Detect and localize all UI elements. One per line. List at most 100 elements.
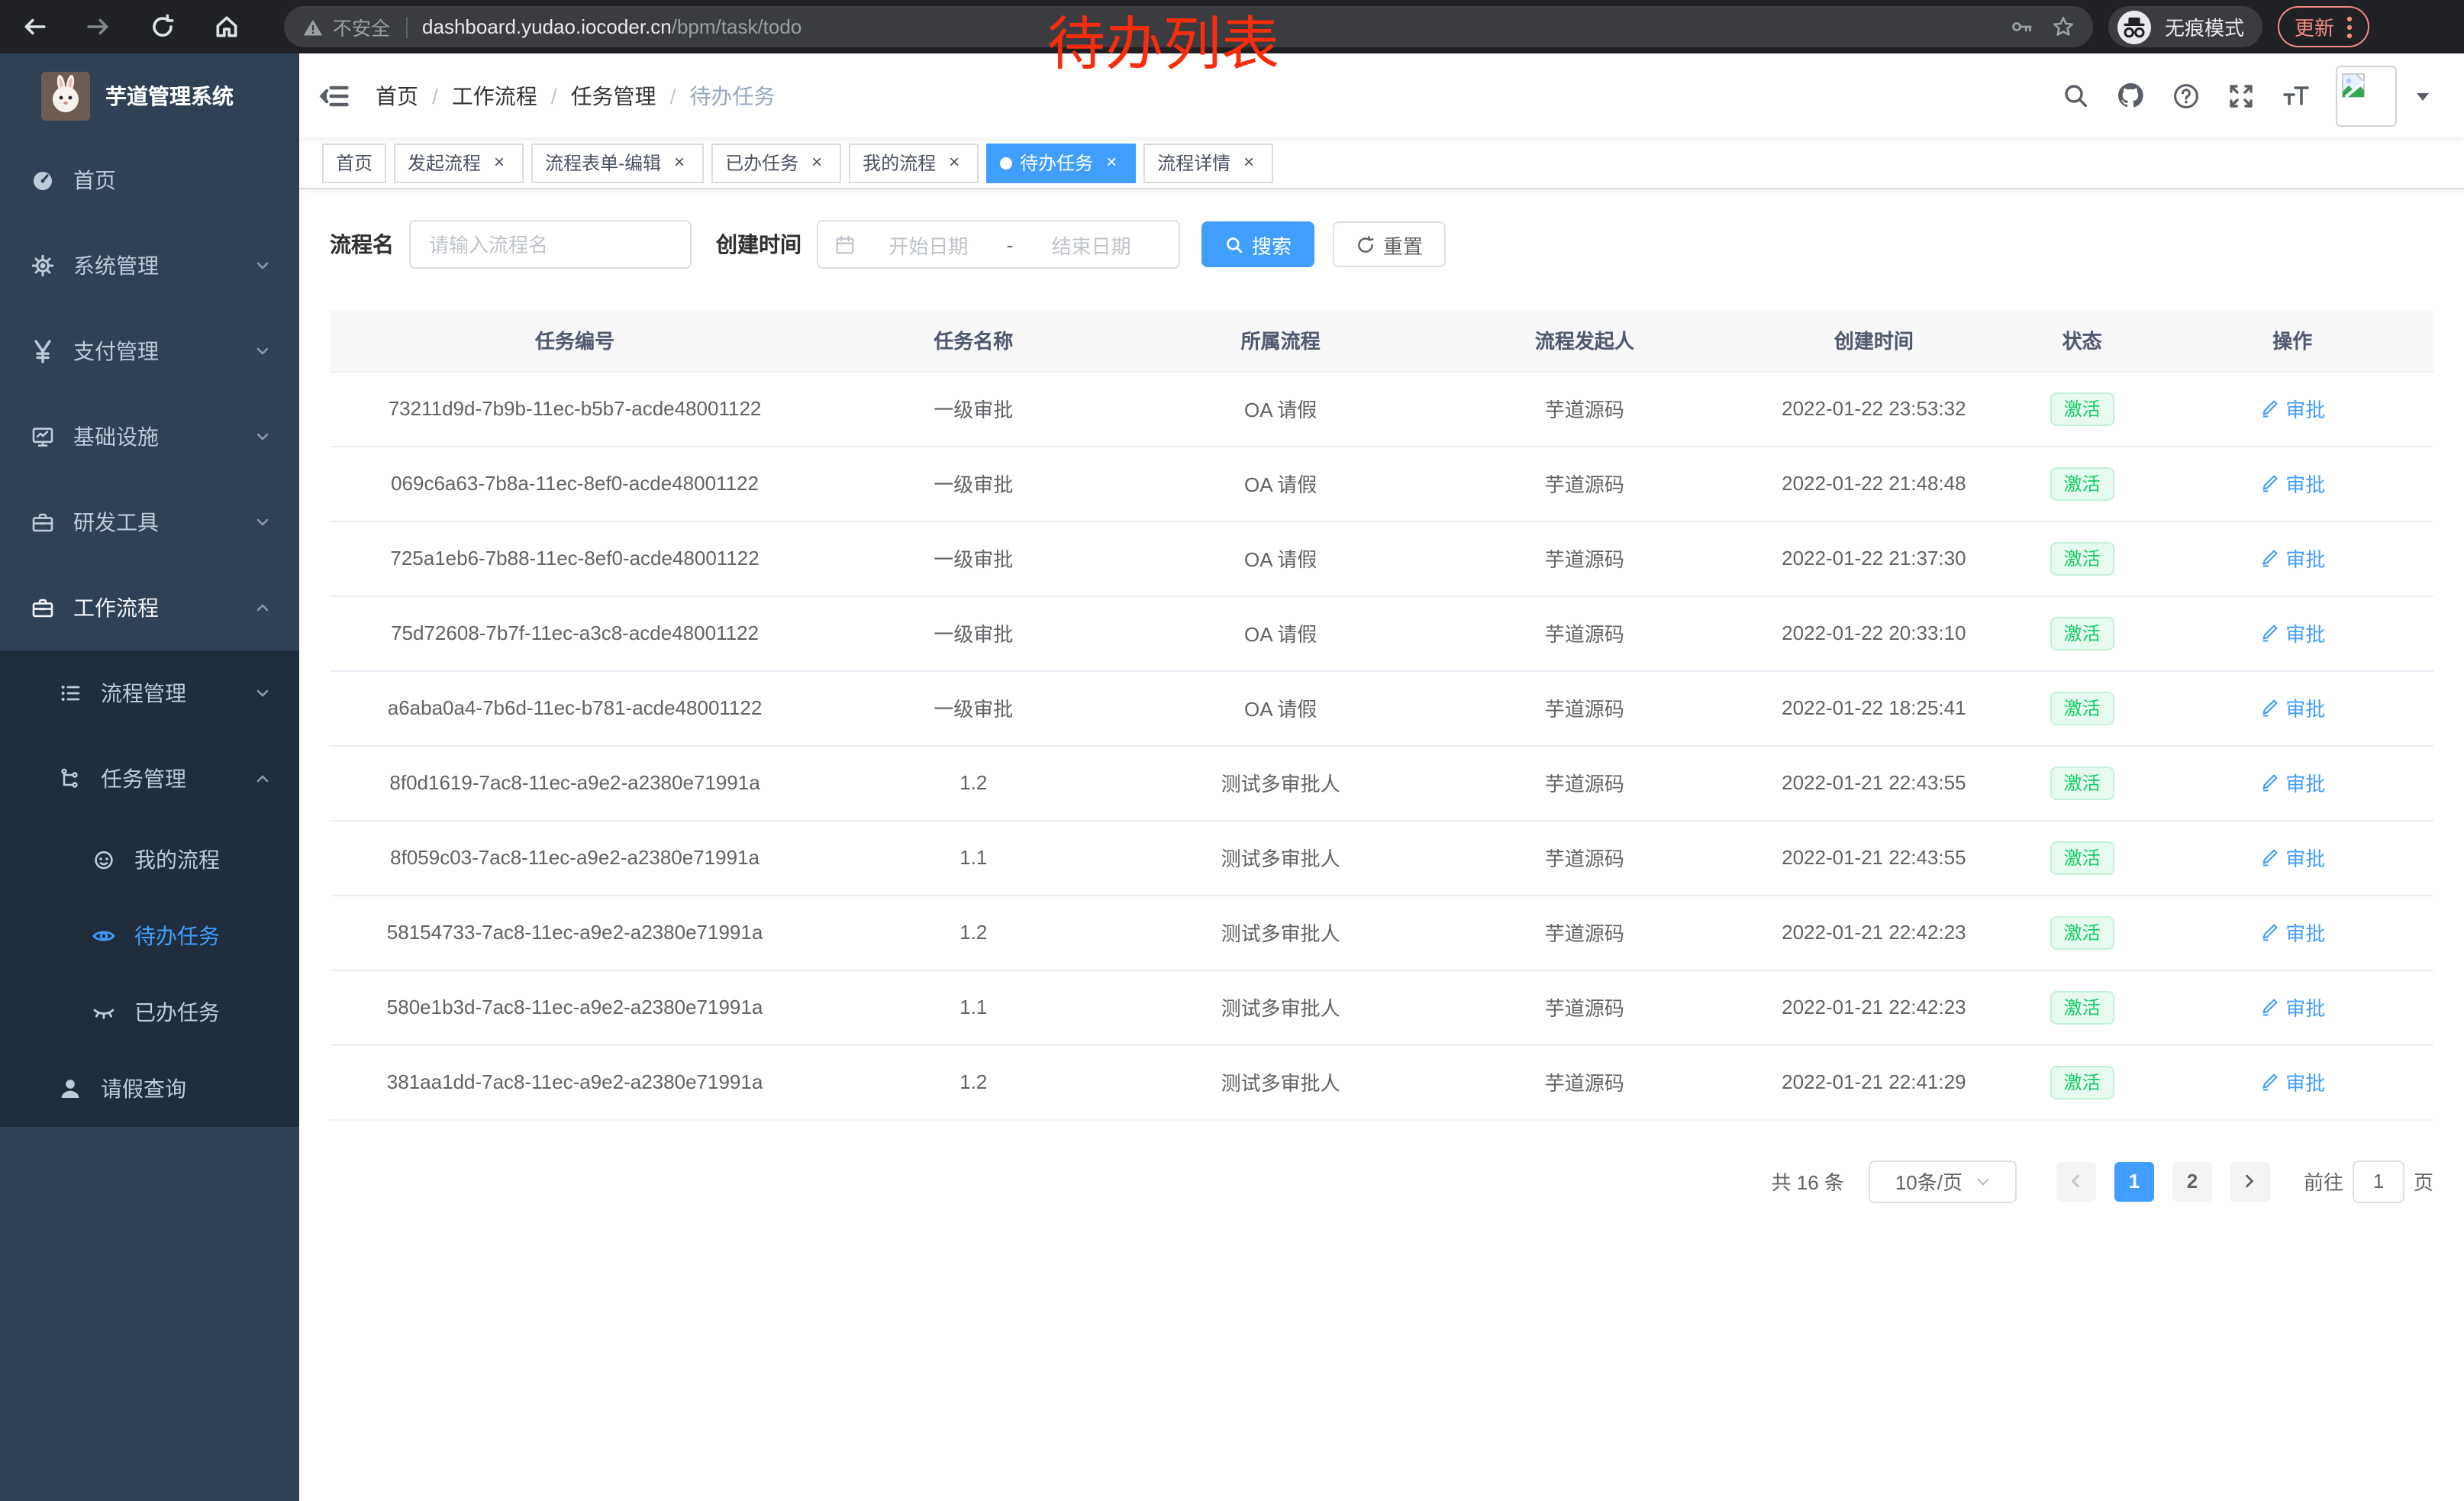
- password-key-icon[interactable]: [2011, 15, 2033, 38]
- tags-view: 首页 发起流程× 流程表单-编辑× 已办任务× 我的流程× 待办任务× 流程详情…: [299, 137, 2464, 189]
- cell-task-id: 580e1b3d-7ac8-11ec-a9e2-a2380e71991a: [330, 970, 820, 1044]
- address-bar[interactable]: 不安全 dashboard.yudao.iocoder.cn/bpm/task/…: [284, 6, 2093, 47]
- browser-update-button[interactable]: 更新: [2278, 6, 2369, 47]
- sidebar-item-devtools[interactable]: 研发工具: [0, 479, 299, 565]
- prev-page-button[interactable]: [2056, 1161, 2096, 1201]
- table-row: 069c6a63-7b8a-11ec-8ef0-acde48001122 一级审…: [330, 446, 2433, 521]
- help-icon[interactable]: [2171, 81, 2200, 110]
- cell-initiator: 芋道源码: [1434, 446, 1735, 521]
- process-name-input[interactable]: [409, 220, 692, 269]
- close-icon[interactable]: ×: [1238, 152, 1259, 173]
- sidebar-item-my-process[interactable]: 我的流程: [0, 822, 299, 898]
- sidebar-item-label: 任务管理: [101, 763, 186, 794]
- bookmark-star-icon[interactable]: [2052, 15, 2075, 38]
- cell-task-name: 一级审批: [820, 670, 1127, 745]
- todo-task-table: 任务编号 任务名称 所属流程 流程发起人 创建时间 状态 操作 73211d9d…: [330, 310, 2433, 1120]
- cell-initiator: 芋道源码: [1434, 895, 1735, 970]
- sidebar-item-process-mgmt[interactable]: 流程管理: [0, 650, 299, 736]
- sidebar-item-label: 请假查询: [101, 1073, 186, 1104]
- breadcrumb: 首页 / 工作流程 / 任务管理 / 待办任务: [376, 80, 775, 111]
- header-search-icon[interactable]: [2061, 81, 2090, 110]
- sidebar-item-label: 待办任务: [134, 921, 220, 951]
- approve-button[interactable]: 审批: [2259, 918, 2325, 947]
- close-icon[interactable]: ×: [489, 152, 510, 173]
- home-icon: [213, 14, 239, 40]
- tab-form-edit[interactable]: 流程表单-编辑×: [531, 143, 704, 182]
- sidebar-logo-row[interactable]: 芋道管理系统: [0, 53, 299, 137]
- cell-task-name: 1.1: [820, 970, 1127, 1044]
- next-page-button[interactable]: [2230, 1161, 2270, 1201]
- approve-button[interactable]: 审批: [2259, 618, 2325, 647]
- breadcrumb-home[interactable]: 首页: [376, 80, 418, 111]
- chevron-down-icon: [253, 257, 272, 275]
- close-icon[interactable]: ×: [943, 152, 965, 173]
- sidebar-item-done-tasks[interactable]: 已办任务: [0, 974, 299, 1051]
- reload-icon: [149, 14, 175, 40]
- end-date-input[interactable]: 结束日期: [1019, 230, 1163, 259]
- page-size-select[interactable]: 10条/页: [1869, 1160, 2017, 1202]
- cell-created: 2022-01-22 20:33:10: [1735, 596, 2013, 670]
- tab-my-process[interactable]: 我的流程×: [849, 143, 979, 182]
- edit-pen-icon: [2259, 847, 2279, 867]
- browser-reload-button[interactable]: [140, 5, 183, 48]
- approve-button[interactable]: 审批: [2259, 544, 2325, 573]
- sidebar-collapse-button[interactable]: [318, 79, 351, 112]
- date-range-picker[interactable]: 开始日期 - 结束日期: [817, 220, 1180, 269]
- goto-page-input[interactable]: [2353, 1160, 2404, 1202]
- sidebar-item-system[interactable]: 系统管理: [0, 223, 299, 308]
- gear-icon: [31, 253, 55, 278]
- tab-start-process[interactable]: 发起流程×: [394, 143, 524, 182]
- browser-menu-icon[interactable]: [2346, 15, 2353, 39]
- sidebar-item-todo-tasks[interactable]: 待办任务: [0, 898, 299, 974]
- browser-forward-button[interactable]: [76, 5, 119, 48]
- approve-button[interactable]: 审批: [2259, 768, 2325, 797]
- approve-button[interactable]: 审批: [2259, 394, 2325, 423]
- edit-pen-icon: [2259, 698, 2279, 718]
- github-icon[interactable]: [2116, 81, 2145, 110]
- sidebar-item-workflow[interactable]: 工作流程: [0, 565, 299, 650]
- cell-created: 2022-01-21 22:43:55: [1735, 745, 2013, 820]
- sidebar-item-payment[interactable]: 支付管理: [0, 308, 299, 394]
- breadcrumb-workflow[interactable]: 工作流程: [452, 80, 537, 111]
- browser-home-button[interactable]: [205, 5, 247, 48]
- approve-button[interactable]: 审批: [2259, 693, 2325, 722]
- reset-button[interactable]: 重置: [1333, 221, 1446, 267]
- workflow-submenu: 流程管理 任务管理 我的流程: [0, 650, 299, 1127]
- close-icon[interactable]: ×: [806, 152, 827, 173]
- cell-task-id: 75d72608-7b7f-11ec-a3c8-acde48001122: [330, 596, 820, 670]
- status-badge: 激活: [2050, 990, 2114, 1024]
- close-icon[interactable]: ×: [1101, 152, 1122, 173]
- font-size-icon[interactable]: [2281, 81, 2310, 110]
- sidebar-item-infra[interactable]: 基础设施: [0, 394, 299, 479]
- status-badge: 激活: [2050, 541, 2114, 575]
- approve-button[interactable]: 审批: [2259, 1067, 2325, 1096]
- cell-task-id: 8f059c03-7ac8-11ec-a9e2-a2380e71991a: [330, 820, 820, 895]
- approve-button[interactable]: 审批: [2259, 469, 2325, 498]
- tab-done-tasks[interactable]: 已办任务×: [711, 143, 841, 182]
- tab-todo-tasks[interactable]: 待办任务×: [986, 143, 1136, 182]
- cell-task-name: 一级审批: [820, 446, 1127, 521]
- sidebar-item-label: 我的流程: [134, 844, 220, 875]
- browser-back-button[interactable]: [12, 5, 55, 48]
- approve-button[interactable]: 审批: [2259, 843, 2325, 872]
- close-icon[interactable]: ×: [669, 152, 690, 173]
- sidebar-item-task-mgmt[interactable]: 任务管理: [0, 736, 299, 822]
- search-button[interactable]: 搜索: [1201, 221, 1314, 267]
- sidebar-item-label: 支付管理: [73, 336, 159, 366]
- sidebar-item-home[interactable]: 首页: [0, 137, 299, 223]
- page-button-1[interactable]: 1: [2114, 1161, 2154, 1201]
- logo-rabbit-image: [41, 71, 90, 120]
- cell-task-id: 73211d9d-7b9b-11ec-b5b7-acde48001122: [330, 371, 820, 446]
- create-time-label: 创建时间: [716, 229, 801, 260]
- eye-icon: [92, 924, 116, 948]
- fullscreen-icon[interactable]: [2226, 81, 2255, 110]
- tab-home[interactable]: 首页: [322, 143, 386, 182]
- sidebar-item-leave-query[interactable]: 请假查询: [0, 1051, 299, 1127]
- start-date-input[interactable]: 开始日期: [856, 230, 1001, 259]
- page-button-2[interactable]: 2: [2172, 1161, 2212, 1201]
- approve-button[interactable]: 审批: [2259, 993, 2325, 1022]
- tab-process-detail[interactable]: 流程详情×: [1143, 143, 1273, 182]
- avatar-caret-icon[interactable]: [2415, 88, 2430, 103]
- breadcrumb-task-mgmt[interactable]: 任务管理: [571, 80, 656, 111]
- avatar[interactable]: [2336, 65, 2397, 126]
